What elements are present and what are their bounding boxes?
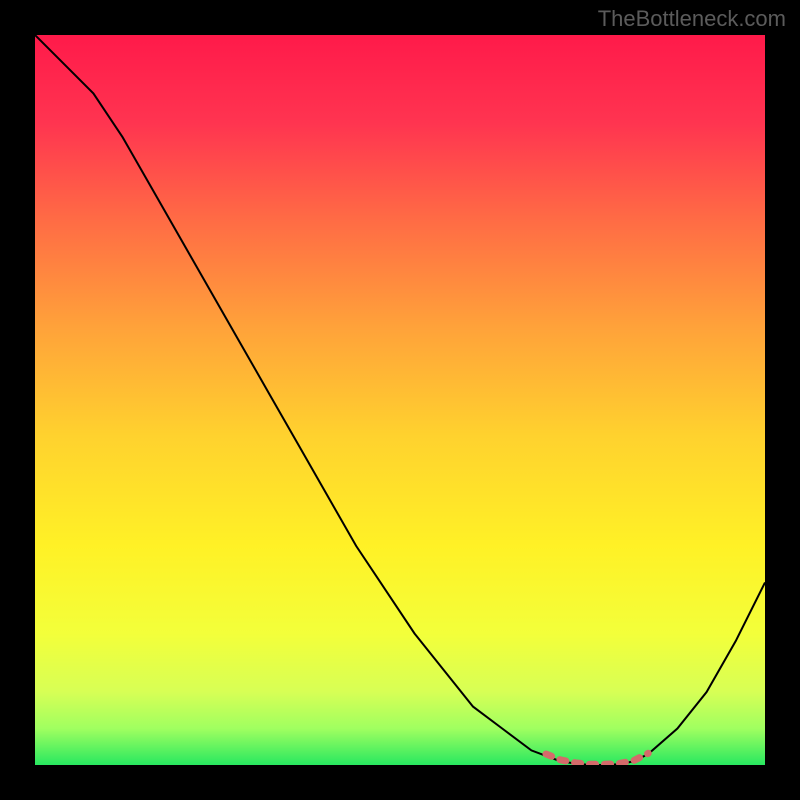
chart-curves bbox=[35, 35, 765, 765]
watermark-text: TheBottleneck.com bbox=[598, 6, 786, 32]
bottleneck-curve bbox=[35, 35, 765, 765]
optimal-range-highlight bbox=[546, 753, 648, 764]
chart-plot-area bbox=[35, 35, 765, 765]
